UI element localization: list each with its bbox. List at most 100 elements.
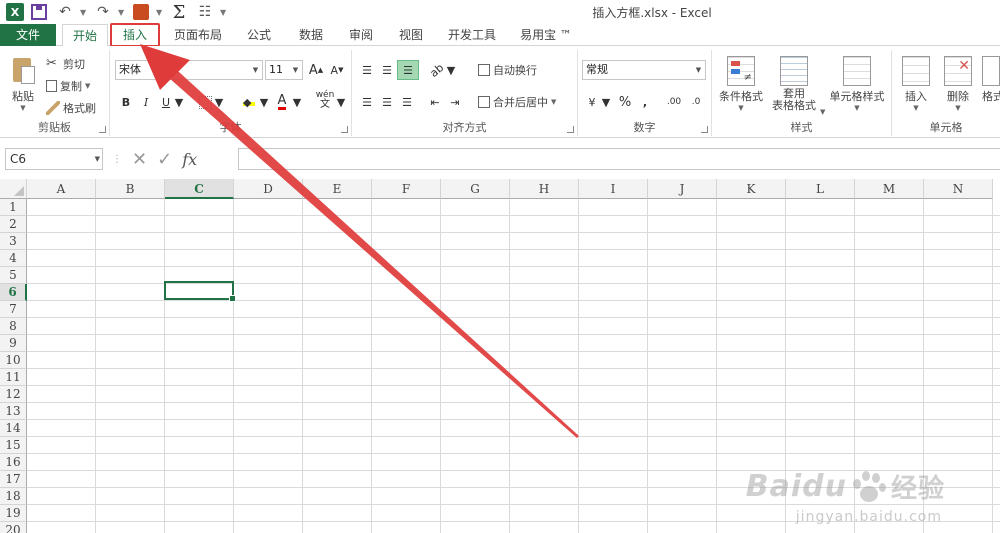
tab-file[interactable]: 文件 bbox=[0, 24, 56, 46]
underline-dropdown-icon[interactable]: ▼ bbox=[174, 92, 184, 112]
row-header-13[interactable]: 13 bbox=[0, 403, 27, 420]
accounting-button[interactable]: ¥ bbox=[582, 92, 602, 112]
tab-view[interactable]: 视图 bbox=[388, 24, 434, 46]
increase-decimal-button[interactable]: .00 bbox=[664, 92, 684, 112]
column-header-m[interactable]: M bbox=[855, 179, 924, 199]
grow-font-button[interactable]: A ▲ bbox=[307, 60, 325, 80]
font-name-combo[interactable]: 宋体 ▼ bbox=[115, 60, 263, 80]
row-header-14[interactable]: 14 bbox=[0, 420, 27, 437]
row-header-1[interactable]: 1 bbox=[0, 199, 27, 216]
row-header-7[interactable]: 7 bbox=[0, 301, 27, 318]
border-dropdown-icon[interactable]: ▼ bbox=[214, 92, 224, 112]
align-middle-button[interactable]: ☰ bbox=[378, 60, 396, 80]
formula-input[interactable] bbox=[238, 148, 1000, 170]
font-color-dropdown-icon[interactable]: ▼ bbox=[292, 92, 302, 112]
column-header-a[interactable]: A bbox=[27, 179, 96, 199]
phonetic-button[interactable]: wén 文 bbox=[314, 90, 336, 110]
copy-button[interactable]: 复制 ▼ bbox=[46, 77, 90, 95]
font-name-dropdown-icon[interactable]: ▼ bbox=[248, 61, 262, 79]
fill-color-button[interactable]: ◆ bbox=[240, 92, 258, 112]
font-size-combo[interactable]: 11 ▼ bbox=[265, 60, 303, 80]
accounting-dropdown-icon[interactable]: ▼ bbox=[601, 92, 611, 112]
shrink-font-button[interactable]: A ▼ bbox=[328, 60, 346, 80]
row-header-15[interactable]: 15 bbox=[0, 437, 27, 454]
column-header-n[interactable]: N bbox=[924, 179, 993, 199]
format-cells-button[interactable]: 格式 bbox=[982, 56, 1000, 104]
bold-button[interactable]: B bbox=[118, 92, 134, 112]
align-right-button[interactable]: ☰ bbox=[398, 92, 416, 112]
tab-insert[interactable]: 插入 bbox=[110, 23, 160, 47]
font-size-dropdown-icon[interactable]: ▼ bbox=[288, 61, 302, 79]
column-header-i[interactable]: I bbox=[579, 179, 648, 199]
decrease-decimal-button[interactable]: .0 bbox=[686, 92, 706, 112]
tab-easy-tools[interactable]: 易用宝 ™ bbox=[512, 24, 580, 46]
orientation-dropdown-icon[interactable]: ▼ bbox=[446, 60, 456, 80]
column-header-g[interactable]: G bbox=[441, 179, 510, 199]
font-color-button[interactable]: A bbox=[273, 92, 291, 112]
format-as-table-button[interactable]: 套用 表格格式 bbox=[768, 56, 820, 112]
row-header-11[interactable]: 11 bbox=[0, 369, 27, 386]
cut-button[interactable]: ✂ 剪切 bbox=[46, 55, 85, 73]
column-header-k[interactable]: K bbox=[717, 179, 786, 199]
tab-home[interactable]: 开始 bbox=[62, 24, 108, 47]
column-header-b[interactable]: B bbox=[96, 179, 165, 199]
alignment-launcher-icon[interactable] bbox=[567, 126, 574, 133]
row-header-3[interactable]: 3 bbox=[0, 233, 27, 250]
cell-styles-button[interactable]: 单元格样式 ▼ bbox=[824, 56, 890, 112]
underline-button[interactable]: U bbox=[158, 92, 174, 112]
merge-center-button[interactable]: 合并后居中 ▼ bbox=[478, 93, 556, 111]
name-box[interactable]: C6 ▼ bbox=[5, 148, 103, 170]
comma-button[interactable]: , bbox=[638, 92, 652, 112]
insert-function-icon[interactable]: fx bbox=[182, 150, 197, 169]
column-header-l[interactable]: L bbox=[786, 179, 855, 199]
column-header-c[interactable]: C bbox=[165, 179, 234, 199]
font-launcher-icon[interactable] bbox=[341, 126, 348, 133]
tab-formulas[interactable]: 公式 bbox=[236, 24, 282, 46]
row-header-18[interactable]: 18 bbox=[0, 488, 27, 505]
select-all-button[interactable] bbox=[0, 179, 27, 199]
align-bottom-button[interactable]: ☰ bbox=[397, 60, 419, 80]
row-header-5[interactable]: 5 bbox=[0, 267, 27, 284]
active-cell-c6[interactable] bbox=[164, 281, 236, 302]
fill-color-dropdown-icon[interactable]: ▼ bbox=[259, 92, 269, 112]
row-header-19[interactable]: 19 bbox=[0, 505, 27, 522]
tab-developer[interactable]: 开发工具 bbox=[440, 24, 504, 46]
align-left-button[interactable]: ☰ bbox=[358, 92, 376, 112]
orientation-button[interactable]: ab bbox=[428, 60, 447, 80]
wrap-text-button[interactable]: 自动换行 bbox=[478, 61, 537, 79]
cancel-icon[interactable]: ✕ bbox=[132, 149, 147, 170]
clipboard-launcher-icon[interactable] bbox=[99, 126, 106, 133]
name-box-dropdown-icon[interactable]: ▼ bbox=[95, 149, 100, 169]
row-header-10[interactable]: 10 bbox=[0, 352, 27, 369]
tab-review[interactable]: 审阅 bbox=[338, 24, 384, 46]
enter-icon[interactable]: ✓ bbox=[157, 149, 172, 170]
column-header-f[interactable]: F bbox=[372, 179, 441, 199]
increase-indent-button[interactable]: ⇥ bbox=[446, 92, 464, 112]
row-header-4[interactable]: 4 bbox=[0, 250, 27, 267]
phonetic-dropdown-icon[interactable]: ▼ bbox=[336, 92, 346, 112]
tab-data[interactable]: 数据 bbox=[288, 24, 334, 46]
row-header-12[interactable]: 12 bbox=[0, 386, 27, 403]
conditional-formatting-button[interactable]: ≠ 条件格式 ▼ bbox=[716, 56, 766, 112]
row-header-17[interactable]: 17 bbox=[0, 471, 27, 488]
delete-cells-button[interactable]: ✕ 删除 ▼ bbox=[940, 56, 976, 112]
row-header-2[interactable]: 2 bbox=[0, 216, 27, 233]
border-button[interactable] bbox=[196, 92, 214, 112]
number-format-combo[interactable]: 常规 ▼ bbox=[582, 60, 706, 80]
column-header-d[interactable]: D bbox=[234, 179, 303, 199]
percent-button[interactable]: % bbox=[616, 92, 634, 112]
number-format-dropdown-icon[interactable]: ▼ bbox=[691, 61, 705, 79]
format-painter-button[interactable]: 格式刷 bbox=[46, 99, 96, 117]
italic-button[interactable]: I bbox=[138, 92, 154, 112]
column-header-j[interactable]: J bbox=[648, 179, 717, 199]
row-header-16[interactable]: 16 bbox=[0, 454, 27, 471]
row-header-20[interactable]: 20 bbox=[0, 522, 27, 533]
decrease-indent-button[interactable]: ⇤ bbox=[426, 92, 444, 112]
align-center-button[interactable]: ☰ bbox=[378, 92, 396, 112]
column-header-h[interactable]: H bbox=[510, 179, 579, 199]
row-header-8[interactable]: 8 bbox=[0, 318, 27, 335]
insert-cells-button[interactable]: 插入 ▼ bbox=[898, 56, 934, 112]
number-launcher-icon[interactable] bbox=[701, 126, 708, 133]
column-header-e[interactable]: E bbox=[303, 179, 372, 199]
tab-page-layout[interactable]: 页面布局 bbox=[166, 24, 230, 46]
